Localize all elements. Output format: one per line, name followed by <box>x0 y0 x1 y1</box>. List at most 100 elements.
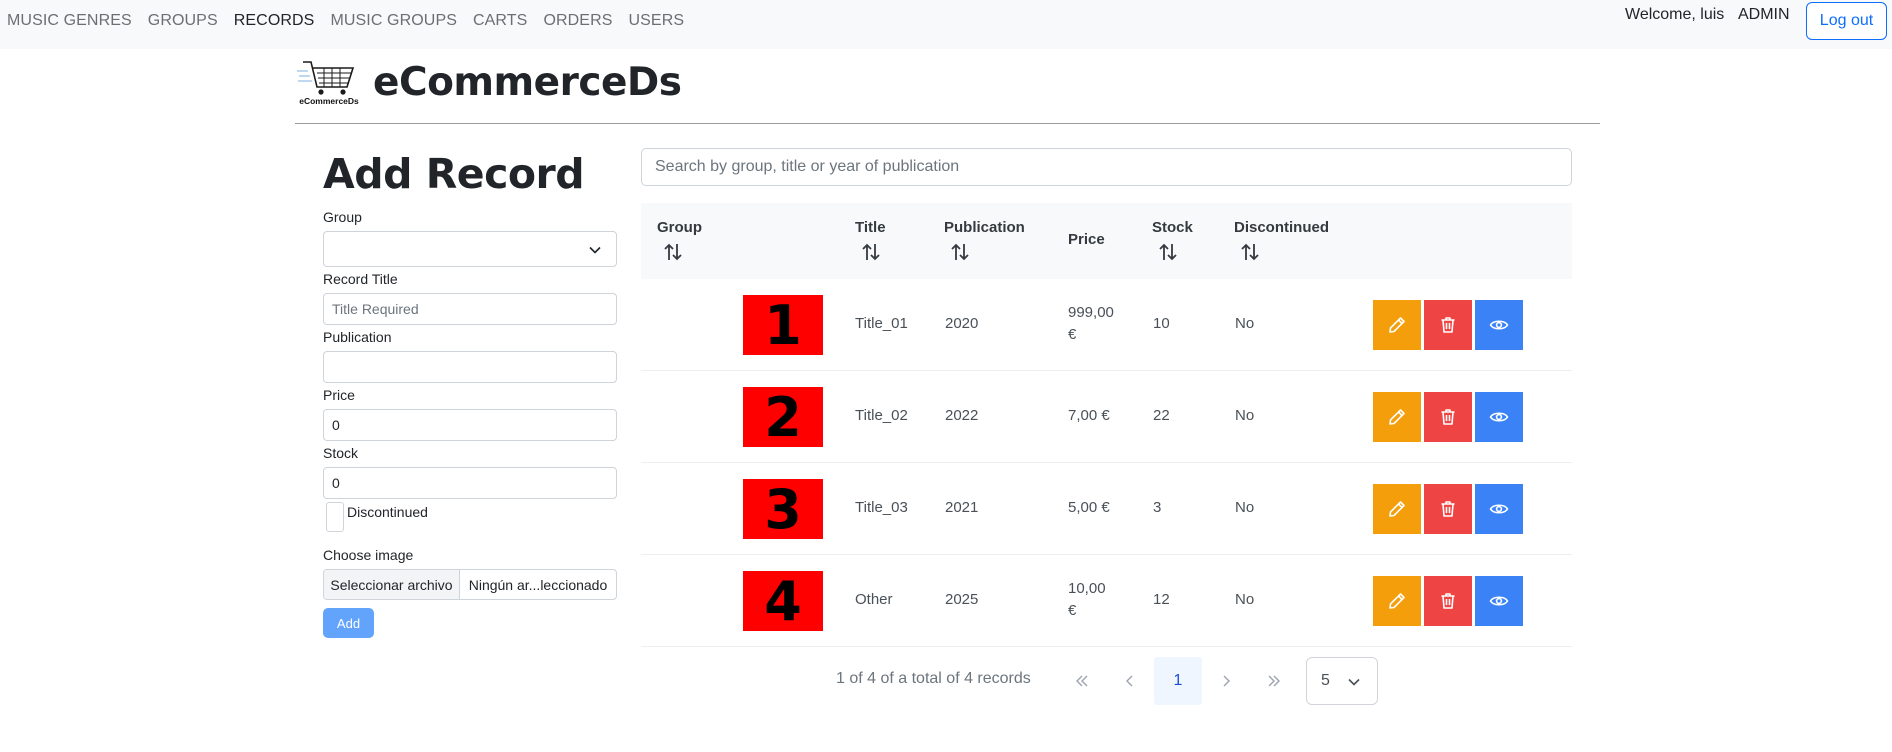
delete-button[interactable] <box>1424 300 1472 350</box>
sort-icon <box>1241 243 1259 261</box>
edit-button[interactable] <box>1373 392 1421 442</box>
view-button[interactable] <box>1475 484 1523 534</box>
nav-item-carts[interactable]: CARTS <box>473 12 527 30</box>
welcome-text: Welcome, luis <box>1625 6 1725 23</box>
prev-page-button[interactable] <box>1106 657 1154 705</box>
page-button-current[interactable]: 1 <box>1154 657 1202 705</box>
edit-button[interactable] <box>1373 576 1421 626</box>
chevrons-right-icon <box>1268 675 1280 687</box>
next-page-button[interactable] <box>1202 657 1250 705</box>
file-select-button[interactable]: Seleccionar archivo <box>324 570 460 599</box>
role-label: ADMIN <box>1738 6 1790 23</box>
view-button[interactable] <box>1475 392 1523 442</box>
add-button[interactable]: Add <box>323 608 374 638</box>
nav-item-users[interactable]: USERS <box>629 12 685 30</box>
cell-price-currency: € <box>1068 326 1077 343</box>
delete-button[interactable] <box>1424 484 1472 534</box>
stock-input[interactable]: 0 <box>323 467 617 499</box>
price-input[interactable]: 0 <box>323 409 617 441</box>
header-stock[interactable]: Stock <box>1152 219 1193 262</box>
image-label: Choose image <box>323 547 414 563</box>
cell-discontinued: No <box>1235 591 1255 608</box>
group-label: Group <box>323 209 362 225</box>
logout-button[interactable]: Log out <box>1806 2 1887 40</box>
cell-discontinued: No <box>1235 315 1255 332</box>
chevron-down-icon <box>1348 678 1360 686</box>
cell-publication: 2025 <box>945 591 979 608</box>
cell-title: Other <box>855 591 893 608</box>
cell-stock: 3 <box>1153 499 1162 516</box>
sort-icon <box>862 243 880 261</box>
search-input[interactable]: Search by group, title or year of public… <box>641 148 1572 186</box>
row-divider <box>641 646 1572 647</box>
nav-item-music-genres[interactable]: MUSIC GENRES <box>7 12 132 30</box>
record-image: 4 <box>743 570 823 633</box>
eye-icon <box>1489 412 1509 422</box>
rows-per-page-value: 5 <box>1321 672 1330 689</box>
pencil-icon <box>1389 593 1405 609</box>
eye-icon <box>1489 504 1509 514</box>
header-label: Group <box>657 219 702 236</box>
record-title-input[interactable]: Title Required <box>323 293 617 325</box>
header-label: Discontinued <box>1234 219 1330 236</box>
nav-item-records[interactable]: RECORDS <box>234 12 315 30</box>
first-page-button[interactable] <box>1058 657 1106 705</box>
logo-text: eCommerceDs <box>299 96 359 106</box>
edit-button[interactable] <box>1373 484 1421 534</box>
cell-stock: 12 <box>1153 591 1170 608</box>
nav-item-music-groups[interactable]: MUSIC GROUPS <box>330 12 457 30</box>
cell-discontinued: No <box>1235 407 1255 424</box>
pencil-icon <box>1389 409 1405 425</box>
header-label: Stock <box>1152 219 1193 236</box>
group-select[interactable] <box>323 231 617 267</box>
chevron-right-icon <box>1223 675 1230 687</box>
sort-icon <box>951 243 969 261</box>
rows-per-page-select[interactable]: 5 <box>1306 657 1378 705</box>
table-header: Group Title Publication Price Stock Disc… <box>641 203 1572 279</box>
edit-button[interactable] <box>1373 300 1421 350</box>
trash-icon <box>1441 317 1455 333</box>
cell-stock: 22 <box>1153 407 1170 424</box>
paginator-info: 1 of 4 of a total of 4 records <box>836 670 1031 687</box>
row-divider <box>641 462 1572 463</box>
publication-input[interactable] <box>323 351 617 383</box>
header-discontinued[interactable]: Discontinued <box>1234 219 1329 262</box>
delete-button[interactable] <box>1424 576 1472 626</box>
sort-icon <box>1159 243 1177 261</box>
trash-icon <box>1441 593 1455 609</box>
header-label: Title <box>855 219 886 236</box>
cell-publication: 2022 <box>945 407 979 424</box>
nav-menu: MUSIC GENRES GROUPS RECORDS MUSIC GROUPS… <box>7 12 684 30</box>
cell-price: 7,00 € <box>1068 407 1110 424</box>
cell-discontinued: No <box>1235 499 1255 516</box>
publication-label: Publication <box>323 329 392 345</box>
chevron-down-icon <box>589 246 601 254</box>
view-button[interactable] <box>1475 576 1523 626</box>
discontinued-checkbox[interactable] <box>326 502 344 532</box>
cell-publication: 2021 <box>945 499 979 516</box>
nav-item-orders[interactable]: ORDERS <box>543 12 612 30</box>
chevron-left-icon <box>1126 675 1133 687</box>
form-title: Add Record <box>323 150 585 198</box>
pencil-icon <box>1389 317 1405 333</box>
delete-button[interactable] <box>1424 392 1472 442</box>
cart-logo-icon: eCommerceDs <box>297 61 359 106</box>
price-label: Price <box>323 387 355 403</box>
trash-icon <box>1441 409 1455 425</box>
cell-title: Title_02 <box>855 407 908 424</box>
record-image: 1 <box>743 294 823 357</box>
header-publication[interactable]: Publication <box>944 219 1025 262</box>
sort-icon <box>664 243 682 261</box>
file-input[interactable]: Seleccionar archivo Ningún ar...lecciona… <box>323 569 617 600</box>
header-label: Publication <box>944 219 1025 236</box>
header-group[interactable]: Group <box>657 219 702 262</box>
view-button[interactable] <box>1475 300 1523 350</box>
header-title[interactable]: Title <box>855 219 886 262</box>
chevrons-left-icon <box>1076 675 1088 687</box>
trash-icon <box>1441 501 1455 517</box>
cell-price: 5,00 € <box>1068 499 1110 516</box>
cell-price: 999,00 <box>1068 304 1114 321</box>
last-page-button[interactable] <box>1250 657 1298 705</box>
nav-item-groups[interactable]: GROUPS <box>148 12 218 30</box>
cell-price: 10,00 <box>1068 580 1106 597</box>
